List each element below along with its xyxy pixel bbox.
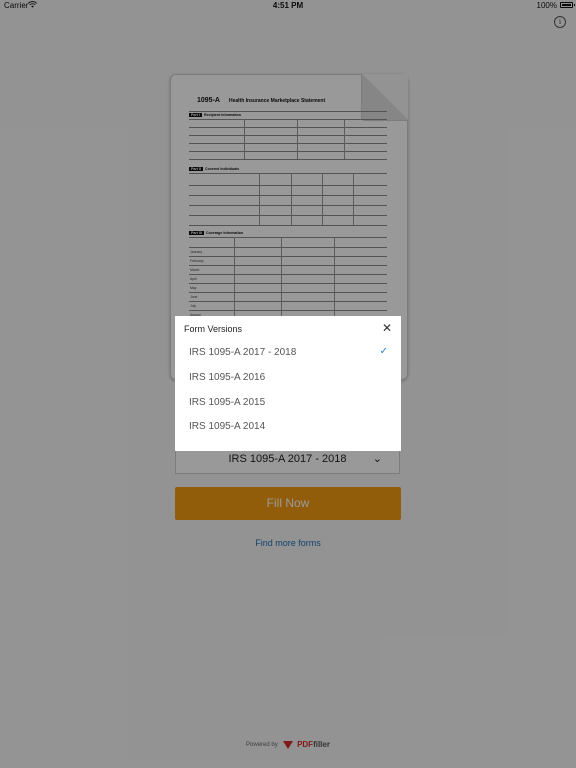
version-option-label: IRS 1095-A 2017 - 2018 [189, 347, 297, 358]
modal-title: Form Versions [184, 324, 243, 334]
version-option[interactable]: IRS 1095-A 2017 - 2018 ✓ [175, 341, 401, 365]
version-option-label: IRS 1095-A 2015 [189, 397, 266, 408]
version-option-label: IRS 1095-A 2016 [189, 372, 266, 383]
app-screen: Carrier 4:51 PM 100% i 1095-A Health Ins… [0, 0, 576, 768]
version-option[interactable]: IRS 1095-A 2014 [175, 415, 401, 439]
version-option[interactable]: IRS 1095-A 2015 [175, 391, 401, 415]
close-icon[interactable]: ✕ [381, 322, 393, 334]
version-option-label: IRS 1095-A 2014 [189, 421, 266, 432]
form-versions-modal: Form Versions ✕ IRS 1095-A 2017 - 2018 ✓… [175, 316, 401, 451]
checkmark-icon: ✓ [379, 346, 388, 357]
version-option[interactable]: IRS 1095-A 2016 [175, 366, 401, 390]
